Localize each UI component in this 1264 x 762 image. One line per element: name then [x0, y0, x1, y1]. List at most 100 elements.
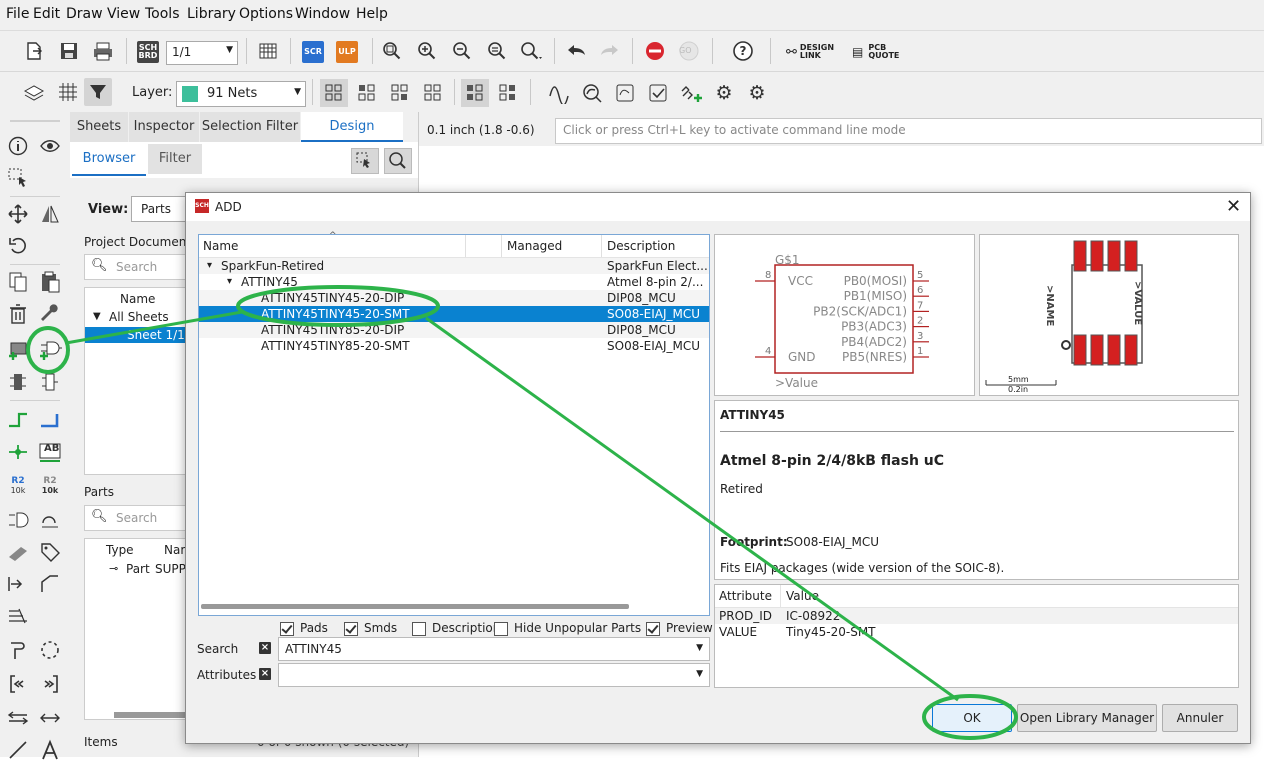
tab-design-manager[interactable]: Design Manager: [301, 112, 403, 164]
library-hscrollbar[interactable]: [201, 604, 629, 609]
library-row[interactable]: ▾ SparkFun-Retired SparkFun Elect...: [199, 258, 709, 274]
zoom-redraw-icon[interactable]: [483, 37, 511, 65]
menu-view[interactable]: View: [107, 6, 140, 22]
text-icon[interactable]: [38, 738, 62, 762]
smash-icon[interactable]: [6, 540, 30, 564]
col-managed-folder[interactable]: Managed Folder: [507, 235, 602, 275]
move-icon[interactable]: [6, 202, 30, 226]
save-icon[interactable]: [55, 37, 83, 65]
option-checkbox-hide-unpopular-parts[interactable]: [494, 622, 508, 636]
info-icon[interactable]: [6, 134, 30, 158]
part-row-name[interactable]: SUPP: [155, 562, 186, 576]
eye-icon[interactable]: [38, 134, 62, 158]
menu-tools[interactable]: Tools: [145, 6, 180, 22]
label-icon[interactable]: AB: [38, 440, 62, 464]
help-icon[interactable]: ?: [729, 37, 757, 65]
parts-scrollbar[interactable]: [114, 712, 190, 718]
tree-all-sheets[interactable]: All Sheets: [109, 310, 169, 324]
menu-edit[interactable]: Edit: [33, 6, 60, 22]
redo-icon[interactable]: [596, 37, 624, 65]
option-checkbox-description[interactable]: [412, 622, 426, 636]
undo-icon[interactable]: [562, 37, 590, 65]
close-icon[interactable]: ✕: [1226, 196, 1241, 217]
line-icon[interactable]: [6, 738, 30, 762]
mirror-icon[interactable]: [38, 202, 62, 226]
zoom-out-icon[interactable]: [448, 37, 476, 65]
align-icon-2[interactable]: [353, 79, 381, 107]
library-row[interactable]: ▾ ATTINY45 Atmel 8-pin 2/...: [199, 274, 709, 290]
new-file-icon[interactable]: [20, 37, 48, 65]
stop-icon[interactable]: [641, 37, 669, 65]
group-button[interactable]: [461, 79, 489, 107]
align-icon-4[interactable]: [419, 79, 447, 107]
attributes-input[interactable]: ▼: [278, 663, 710, 687]
align-button-1[interactable]: [320, 79, 348, 107]
bracket-left-icon[interactable]: [6, 672, 30, 696]
bus-icon[interactable]: [38, 408, 62, 432]
tab-selection-filter[interactable]: Selection Filter: [200, 112, 300, 142]
name-tool-icon[interactable]: R2 10k: [6, 474, 30, 498]
miter-icon[interactable]: [38, 572, 62, 596]
attr-row[interactable]: PROD_ID IC-08922: [715, 608, 1238, 624]
zoom-in-icon[interactable]: [413, 37, 441, 65]
settings-2-icon[interactable]: ⚙: [743, 79, 771, 107]
clear-attributes-icon[interactable]: ×: [259, 668, 271, 680]
expand-icon[interactable]: ▾: [227, 274, 232, 290]
erc-icon[interactable]: [611, 79, 639, 107]
menu-file[interactable]: File: [6, 6, 29, 22]
gateswap-icon[interactable]: [38, 508, 62, 532]
search-input[interactable]: ATTINY45 ▼: [278, 637, 710, 661]
expand-icon[interactable]: ▼: [93, 311, 101, 322]
script-icon[interactable]: SCR: [302, 41, 324, 63]
ok-button[interactable]: OK: [932, 704, 1012, 732]
ulp-icon[interactable]: ULP: [336, 41, 358, 63]
go-icon[interactable]: GO: [675, 37, 703, 65]
layers-icon[interactable]: [20, 78, 48, 106]
zoom-selection-button[interactable]: [384, 148, 412, 174]
table-icon[interactable]: [254, 37, 282, 65]
col-description[interactable]: Description: [607, 235, 707, 257]
tab-inspector[interactable]: Inspector: [129, 112, 199, 142]
replace-icon[interactable]: [6, 370, 30, 394]
option-checkbox-pads[interactable]: [280, 622, 294, 636]
layer-select[interactable]: 91 Nets ▼: [176, 81, 306, 107]
attr-row[interactable]: VALUE Tiny45-20-SMT: [715, 624, 1238, 640]
gate-icon[interactable]: [38, 370, 62, 394]
command-line-input[interactable]: Click or press Ctrl+L key to activate co…: [555, 118, 1262, 144]
menu-window[interactable]: Window: [295, 6, 350, 22]
optimize-icon[interactable]: [6, 604, 30, 628]
option-checkbox-smds[interactable]: [344, 622, 358, 636]
design-link-button[interactable]: ⚯ DESIGN LINK: [786, 44, 834, 60]
align-icon-3[interactable]: [386, 79, 414, 107]
sheet-select[interactable]: 1/1 ▼: [166, 41, 238, 65]
library-row[interactable]: ATTINY45TINY45-20-SMT SO08-EIAJ_MCU: [199, 306, 709, 322]
zoom-fit-icon[interactable]: [378, 37, 406, 65]
split-icon[interactable]: [6, 572, 30, 596]
grid-icon[interactable]: [54, 78, 82, 106]
route-icon[interactable]: [6, 638, 30, 662]
select-icon[interactable]: [6, 166, 30, 190]
print-icon[interactable]: [89, 37, 117, 65]
col-blank[interactable]: [467, 235, 502, 257]
menu-draw[interactable]: Draw: [66, 6, 103, 22]
option-checkbox-preview[interactable]: [646, 622, 660, 636]
show-icon[interactable]: [578, 79, 606, 107]
menu-library[interactable]: Library: [187, 6, 236, 22]
subtab-filter[interactable]: Filter: [148, 144, 202, 174]
add-symbol-icon[interactable]: [38, 338, 62, 362]
open-library-manager-button[interactable]: Open Library Manager: [1017, 704, 1157, 732]
select-mode-button[interactable]: [351, 148, 379, 174]
cancel-button[interactable]: Annuler: [1162, 704, 1238, 732]
wrench-icon[interactable]: [38, 302, 62, 326]
project-search-input[interactable]: 🔍︎ Search: [84, 254, 192, 280]
pcb-quote-button[interactable]: ▤ PCB QUOTE: [852, 44, 899, 60]
ungroup-icon[interactable]: [494, 79, 522, 107]
subtab-browser[interactable]: Browser: [72, 144, 146, 176]
menu-help[interactable]: Help: [356, 6, 388, 22]
attribute-icon[interactable]: [38, 540, 62, 564]
clear-search-icon[interactable]: ×: [259, 642, 271, 654]
delete-icon[interactable]: [6, 302, 30, 326]
part-row-type[interactable]: Part: [126, 562, 150, 576]
bracket-right-icon[interactable]: [38, 672, 62, 696]
add-part-icon[interactable]: [6, 338, 30, 362]
